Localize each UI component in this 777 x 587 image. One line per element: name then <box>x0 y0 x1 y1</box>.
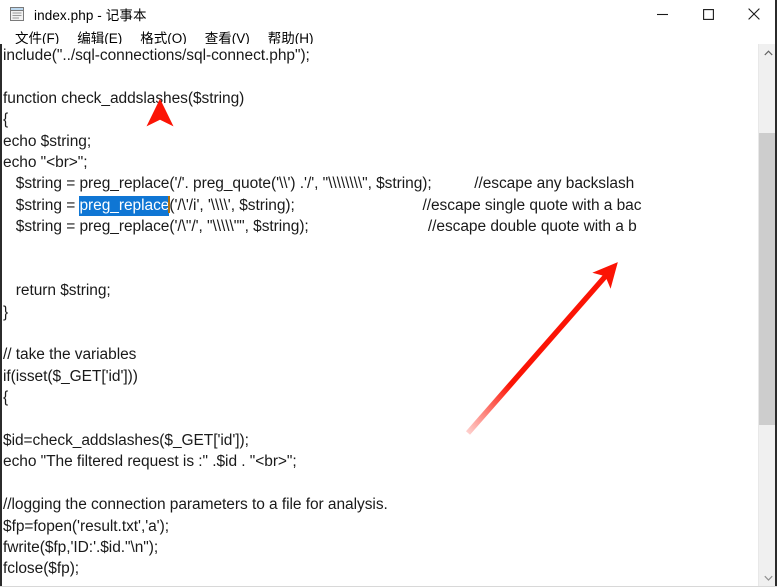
window-title: index.php - 记事本 <box>34 8 147 23</box>
code-line: { <box>3 111 9 129</box>
code-line: echo "The filtered request is :" .$id . … <box>3 453 297 471</box>
title-bar[interactable]: index.php - 记事本 <box>0 0 777 28</box>
code-line: // take the variables <box>3 346 137 364</box>
code-line: include("../sql-connections/sql-connect.… <box>3 47 310 64</box>
code-line: fclose($fp); <box>3 560 80 578</box>
maximize-button[interactable] <box>685 0 731 28</box>
code-line: $string = preg_replace('/'. preg_quote('… <box>3 175 635 193</box>
notepad-window: index.php - 记事本 文件(F) 编辑(E) 格式(O) 查看(V) … <box>0 0 777 587</box>
code-line: $string = preg_replace('/\'/i', '\\\\', … <box>3 195 760 216</box>
code-line: } <box>3 303 9 321</box>
close-button[interactable] <box>731 0 777 28</box>
editor-client-area: include("../sql-connections/sql-connect.… <box>0 44 777 587</box>
text-editor[interactable]: include("../sql-connections/sql-connect.… <box>2 44 760 587</box>
code-line: { <box>3 389 9 407</box>
code-line: return $string; <box>3 282 111 300</box>
chevron-up-icon <box>763 50 773 56</box>
code-text: $string = <box>3 196 80 214</box>
code-line: fwrite($fp,'ID:'.$id."\n"); <box>3 538 159 556</box>
code-line: $fp=fopen('result.txt','a'); <box>3 517 169 535</box>
maximize-icon <box>702 8 714 20</box>
close-icon <box>748 8 760 20</box>
minimize-button[interactable] <box>639 0 685 28</box>
code-line: $string = preg_replace('/\"/', "\\\\\"",… <box>3 218 637 236</box>
code-line: echo $string; <box>3 132 92 150</box>
window-controls <box>639 0 777 28</box>
code-text: ('/\'/i', '\\\\', $string); //escape sin… <box>169 196 642 214</box>
code-line: $id=check_addslashes($_GET['id']); <box>3 432 249 450</box>
code-line: function check_addslashes($string) <box>3 89 245 107</box>
code-line: if(isset($_GET['id'])) <box>3 367 138 385</box>
code-line: echo "<br>"; <box>3 153 88 171</box>
code-line: //logging the connection parameters to a… <box>3 496 388 514</box>
minimize-icon <box>656 13 668 15</box>
notepad-icon <box>10 6 24 21</box>
chevron-down-icon <box>763 575 773 581</box>
selected-text[interactable]: preg_replace <box>79 195 169 216</box>
title-bar-left: index.php - 记事本 <box>0 0 639 28</box>
